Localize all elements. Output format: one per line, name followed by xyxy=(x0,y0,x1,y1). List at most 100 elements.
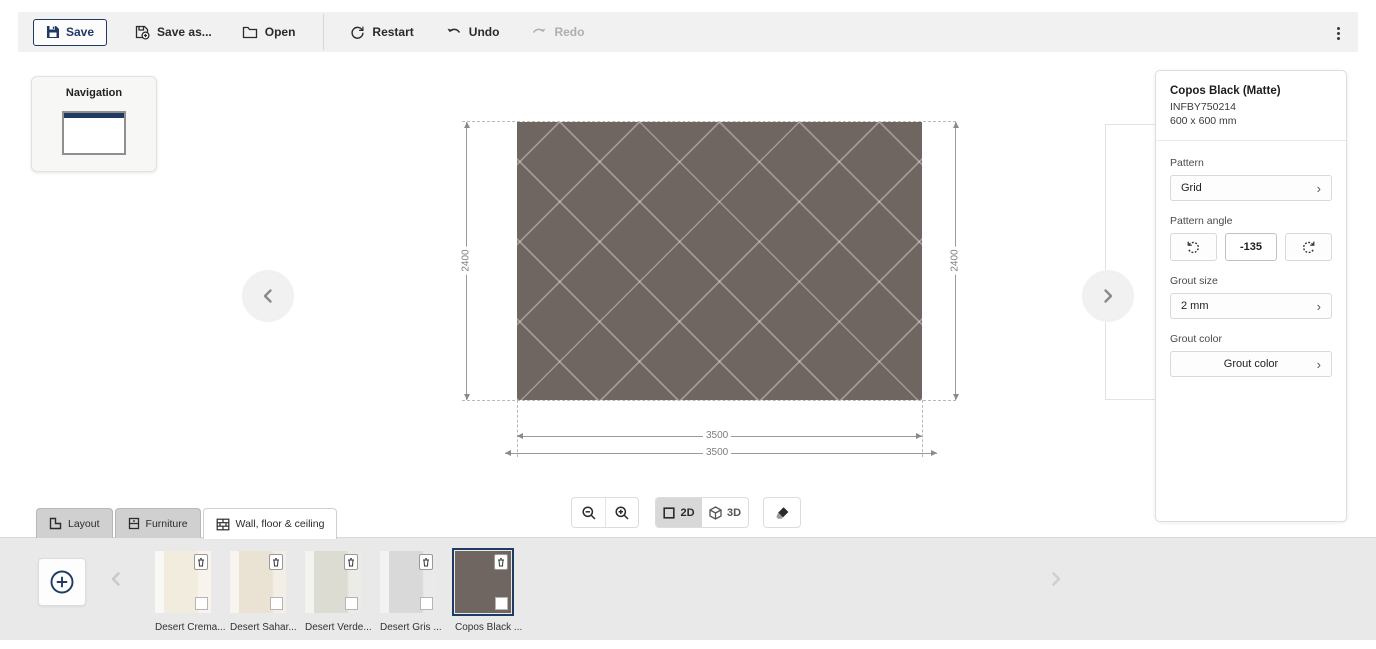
chevron-left-icon xyxy=(108,571,124,587)
tile-swatch[interactable] xyxy=(155,551,211,613)
open-folder-icon xyxy=(242,25,258,39)
floor-tile-preview[interactable] xyxy=(517,122,922,400)
tile-list: Desert Crema... Desert Sahar... Desert V… xyxy=(155,551,511,633)
restart-button[interactable]: Restart xyxy=(350,25,413,40)
navigation-minimap[interactable] xyxy=(62,111,126,155)
restart-button-label: Restart xyxy=(372,25,413,39)
chevron-right-icon xyxy=(1048,571,1064,587)
save-icon xyxy=(46,25,60,39)
open-button-label: Open xyxy=(265,25,296,39)
tray-scroll-left-button[interactable] xyxy=(108,571,124,587)
tile-item: Desert Gris ... xyxy=(380,551,436,633)
grout-size-select[interactable]: 2 mm › xyxy=(1170,293,1332,319)
open-button[interactable]: Open xyxy=(242,25,296,39)
chevron-right-icon: › xyxy=(1317,358,1321,371)
tab-furniture[interactable]: Furniture xyxy=(115,508,201,538)
tile-item-selected: Copos Black ... xyxy=(455,551,511,633)
tab-layout[interactable]: Layout xyxy=(36,508,113,538)
navigation-card[interactable]: Navigation xyxy=(31,76,157,172)
rotate-cw-button[interactable] xyxy=(1285,233,1332,261)
view-2d-button[interactable]: 2D xyxy=(656,498,702,527)
carousel-prev-button[interactable] xyxy=(242,270,294,322)
trash-icon[interactable] xyxy=(269,554,283,570)
extension-line-bottom-right xyxy=(922,400,923,457)
swatch-corner-badge xyxy=(495,597,508,610)
toolbar-divider xyxy=(323,14,324,50)
undo-button[interactable]: Undo xyxy=(446,25,500,39)
tile-swatch[interactable] xyxy=(455,551,511,613)
redo-button[interactable]: Redo xyxy=(531,25,584,39)
square-2d-icon xyxy=(663,507,675,519)
carousel-next-button[interactable] xyxy=(1082,270,1134,322)
grout-size-value: 2 mm xyxy=(1181,300,1209,312)
zoom-in-icon xyxy=(614,505,630,521)
save-button-label: Save xyxy=(66,25,94,39)
swatch-corner-badge xyxy=(345,597,358,610)
dimension-label-right: 2400 xyxy=(950,246,961,274)
chevron-right-icon: › xyxy=(1317,182,1321,195)
extension-line-bottom-left xyxy=(517,400,518,457)
eraser-button[interactable] xyxy=(763,497,801,528)
grout-color-button[interactable]: Grout color › xyxy=(1170,351,1332,377)
panel-divider xyxy=(1156,140,1346,141)
next-surface-preview[interactable] xyxy=(1105,124,1157,400)
arrowhead xyxy=(517,433,523,439)
tile-label: Copos Black ... xyxy=(455,622,511,633)
tile-item: Desert Crema... xyxy=(155,551,211,633)
save-button[interactable]: Save xyxy=(33,19,107,46)
trash-icon[interactable] xyxy=(494,554,508,570)
tile-swatch[interactable] xyxy=(305,551,361,613)
swatch-corner-badge xyxy=(420,597,433,610)
view-3d-button[interactable]: 3D xyxy=(702,498,748,527)
pattern-label: Pattern xyxy=(1170,157,1332,169)
main-toolbar: Save Save as... Open Restart Undo Redo xyxy=(18,12,1358,52)
pattern-angle-input[interactable] xyxy=(1225,233,1277,261)
plus-circle-icon xyxy=(49,569,75,595)
save-as-button-label: Save as... xyxy=(157,25,212,39)
grout-color-value: Grout color xyxy=(1224,358,1278,370)
tab-furniture-label: Furniture xyxy=(146,518,188,530)
chevron-left-icon xyxy=(259,287,277,305)
furniture-icon xyxy=(128,517,140,530)
extension-line-bottom xyxy=(462,400,956,401)
add-tile-button[interactable] xyxy=(38,558,86,606)
trash-icon[interactable] xyxy=(419,554,433,570)
tile-item: Desert Sahar... xyxy=(230,551,286,633)
restart-icon xyxy=(350,25,365,40)
zoom-out-button[interactable] xyxy=(572,498,605,527)
arrowhead xyxy=(931,450,937,456)
tile-tray: Desert Crema... Desert Sahar... Desert V… xyxy=(0,537,1376,640)
redo-icon xyxy=(531,26,547,39)
grout-color-label: Grout color xyxy=(1170,333,1332,345)
tab-wall-floor-ceiling-label: Wall, floor & ceiling xyxy=(236,518,325,530)
bottom-tabs: Layout Furniture Wall, floor & ceiling xyxy=(36,508,337,539)
tile-swatch[interactable] xyxy=(380,551,436,613)
swatch-corner-badge xyxy=(195,597,208,610)
navigation-title: Navigation xyxy=(32,87,156,99)
arrowhead xyxy=(464,122,470,128)
save-as-icon xyxy=(135,25,150,40)
grout-size-label: Grout size xyxy=(1170,275,1332,287)
rotate-ccw-icon xyxy=(1186,240,1201,255)
tray-scroll-right-button[interactable] xyxy=(1048,571,1064,587)
zoom-in-button[interactable] xyxy=(605,498,638,527)
zoom-out-icon xyxy=(581,505,597,521)
kebab-menu-icon[interactable] xyxy=(1330,25,1346,41)
rotate-ccw-button[interactable] xyxy=(1170,233,1217,261)
view-mode-toggle: 2D 3D xyxy=(655,497,749,528)
pattern-select[interactable]: Grid › xyxy=(1170,175,1332,201)
tiles-icon xyxy=(216,518,230,531)
cube-3d-icon xyxy=(709,506,722,520)
pattern-angle-label: Pattern angle xyxy=(1170,215,1332,227)
layout-icon xyxy=(49,517,62,530)
tile-details-panel: Copos Black (Matte) INFBY750214 600 x 60… xyxy=(1155,70,1347,522)
trash-icon[interactable] xyxy=(194,554,208,570)
save-as-button[interactable]: Save as... xyxy=(135,25,212,40)
eraser-icon xyxy=(775,506,790,520)
tile-label: Desert Sahar... xyxy=(230,622,286,633)
trash-icon[interactable] xyxy=(344,554,358,570)
arrowhead xyxy=(953,394,959,400)
dimension-label-bottom-outer: 3500 xyxy=(703,447,731,458)
tab-wall-floor-ceiling[interactable]: Wall, floor & ceiling xyxy=(203,508,338,539)
tile-swatch[interactable] xyxy=(230,551,286,613)
